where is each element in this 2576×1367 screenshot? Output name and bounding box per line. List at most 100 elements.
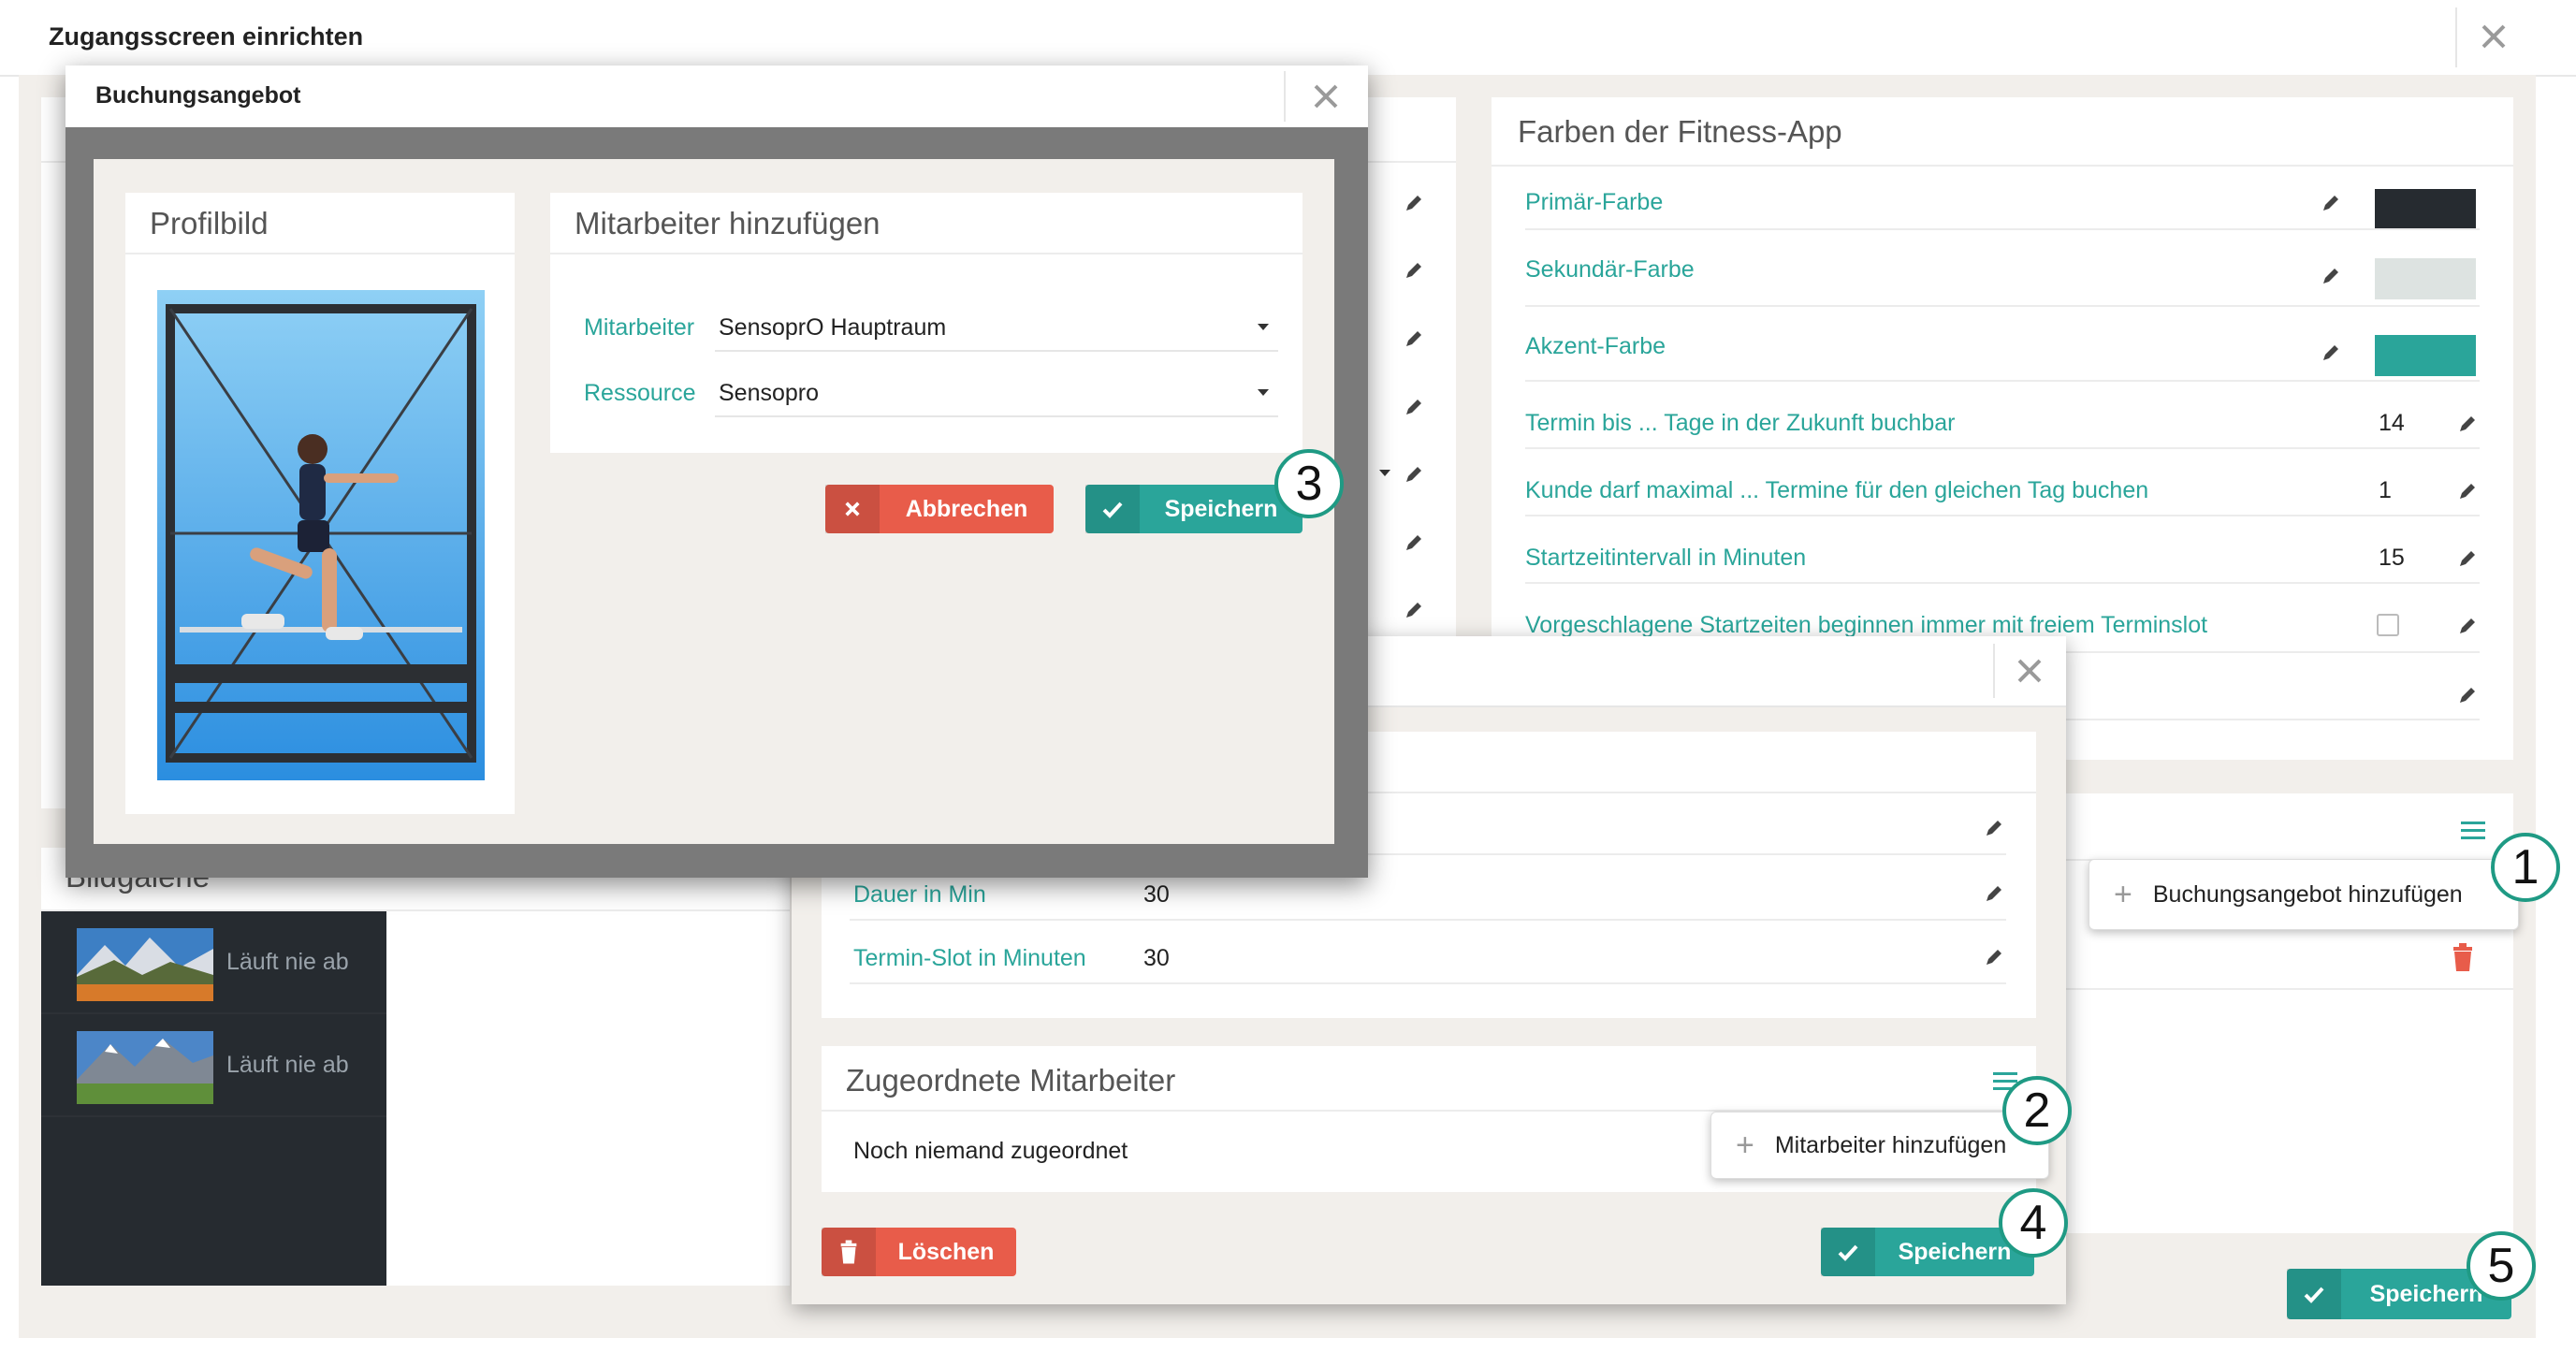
pencil-icon[interactable]	[2457, 685, 2478, 705]
slot-value: 30	[1143, 945, 1170, 971]
max-bookings-value: 1	[2379, 477, 2392, 503]
delete-offer-button[interactable]: Löschen	[822, 1228, 1016, 1276]
gallery-item[interactable]: Läuft nie ab	[41, 1014, 386, 1117]
duration-value: 30	[1143, 881, 1170, 908]
add-staff-divider	[550, 253, 1303, 254]
buchungsangebot-header: Buchungsangebot	[65, 65, 1368, 127]
primary-color-label: Primär-Farbe	[1525, 189, 1664, 215]
row-divider	[1525, 582, 2480, 584]
assigned-staff-heading: Zugeordnete Mitarbeiter	[846, 1063, 1176, 1098]
main-window-title: Zugangsscreen einrichten	[49, 22, 364, 51]
pencil-icon[interactable]	[2321, 266, 2341, 286]
buchungsangebot-close-icon[interactable]	[1310, 80, 1342, 112]
max-bookings-label: Kunde darf maximal ... Termine für den g…	[1525, 477, 2149, 503]
buchungsangebot-save-button[interactable]: Speichern	[1085, 485, 1303, 533]
app-colors-heading-divider	[1492, 165, 2513, 167]
callout-3: 3	[1274, 449, 1344, 518]
callout-4: 4	[1999, 1188, 2068, 1258]
check-icon	[1821, 1228, 1875, 1276]
resource-select-label: Ressource	[584, 380, 696, 406]
start-interval-value: 15	[2379, 545, 2405, 571]
pencil-icon[interactable]	[1984, 883, 2004, 904]
add-booking-offer-popout[interactable]: + Buchungsangebot hinzufügen	[2088, 859, 2519, 930]
free-slot-label: Vorgeschlagene Startzeiten beginnen imme…	[1525, 612, 2208, 638]
staff-select-label: Mitarbeiter	[584, 314, 695, 341]
cancel-label: Abbrechen	[905, 495, 1028, 522]
pencil-icon[interactable]	[2457, 616, 2478, 636]
row-divider	[1525, 447, 2480, 449]
add-staff-heading: Mitarbeiter hinzufügen	[575, 206, 880, 240]
plus-icon: +	[2114, 876, 2132, 912]
app-colors-heading: Farben der Fitness-App	[1518, 114, 1842, 149]
pencil-icon[interactable]	[2321, 193, 2341, 213]
pencil-icon[interactable]	[1404, 397, 1424, 417]
buchungsangebot-body: Profilbild Mitarbeiter hinzufügen Mitarb…	[94, 159, 1334, 844]
main-close-icon[interactable]	[2478, 21, 2510, 52]
resource-select[interactable]: Sensopro	[715, 369, 1278, 417]
pencil-icon[interactable]	[2457, 414, 2478, 434]
row-divider	[1525, 380, 2480, 382]
primary-color-swatch[interactable]	[2375, 189, 2476, 230]
pencil-icon[interactable]	[1404, 193, 1424, 213]
add-staff-popout[interactable]: + Mitarbeiter hinzufügen	[1710, 1112, 2049, 1179]
plus-icon: +	[1736, 1127, 1754, 1163]
pencil-icon[interactable]	[1404, 600, 1424, 620]
pencil-icon[interactable]	[1404, 532, 1424, 553]
booking-days-label: Termin bis ... Tage in der Zukunft buchb…	[1525, 410, 1956, 436]
delete-offer-label: Löschen	[897, 1238, 995, 1265]
callout-5: 5	[2467, 1231, 2536, 1301]
cancel-x-icon	[825, 485, 880, 533]
row-divider	[850, 919, 2006, 921]
cancel-button[interactable]: Abbrechen	[825, 485, 1054, 533]
offer-dialog-close-icon[interactable]	[2014, 655, 2045, 687]
gallery-thumbnail	[77, 1031, 213, 1104]
profile-picture-heading: Profilbild	[150, 206, 269, 240]
trash-icon[interactable]	[2452, 943, 2474, 971]
no-staff-text: Noch niemand zugeordnet	[853, 1138, 1128, 1164]
pencil-icon[interactable]	[1404, 260, 1424, 281]
profile-picture-panel: Profilbild	[125, 193, 515, 814]
gallery-item-expiry: Läuft nie ab	[226, 949, 349, 975]
secondary-color-swatch[interactable]	[2375, 258, 2476, 299]
callout-2: 2	[2002, 1076, 2072, 1145]
accent-color-swatch[interactable]	[2375, 335, 2476, 376]
pencil-icon[interactable]	[1404, 464, 1424, 485]
caret-down-icon	[1258, 389, 1269, 396]
start-interval-label: Startzeitintervall in Minuten	[1525, 545, 1807, 571]
gallery-thumbnail	[77, 928, 213, 1001]
pencil-icon[interactable]	[1984, 947, 2004, 967]
main-titlebar-divider	[2455, 7, 2457, 67]
pencil-icon[interactable]	[2457, 481, 2478, 502]
row-divider	[1525, 228, 2480, 230]
callout-1: 1	[2491, 833, 2560, 902]
slot-label: Termin-Slot in Minuten	[853, 945, 1086, 971]
pencil-icon[interactable]	[2457, 548, 2478, 569]
caret-down-icon	[1258, 324, 1269, 330]
row-divider	[1525, 515, 2480, 516]
trash-icon	[822, 1228, 876, 1276]
caret-down-icon[interactable]	[1379, 470, 1390, 476]
staff-select[interactable]: SensoprO Hauptraum	[715, 303, 1278, 352]
offers-menu-icon[interactable]	[2461, 822, 2485, 840]
gallery-list: Läuft nie ab Läuft nie ab	[41, 911, 386, 1286]
add-booking-offer-label: Buchungsangebot hinzufügen	[2152, 880, 2463, 908]
secondary-color-label: Sekundär-Farbe	[1525, 256, 1695, 283]
pencil-icon[interactable]	[1984, 818, 2004, 838]
buchungsangebot-title: Buchungsangebot	[95, 82, 301, 109]
accent-color-label: Akzent-Farbe	[1525, 333, 1666, 359]
row-divider	[1525, 305, 2480, 307]
buchungsangebot-dialog: Buchungsangebot Profilbild Mitarbeiter h…	[65, 65, 1368, 878]
duration-label: Dauer in Min	[853, 881, 986, 908]
resource-select-value: Sensopro	[719, 380, 820, 406]
profile-picture-image[interactable]	[157, 290, 485, 780]
gallery-item-expiry: Läuft nie ab	[226, 1052, 349, 1078]
pencil-icon[interactable]	[1404, 328, 1424, 349]
free-slot-checkbox[interactable]	[2377, 614, 2399, 636]
pencil-icon[interactable]	[2321, 342, 2341, 363]
buchungsangebot-header-divider	[1284, 71, 1286, 122]
gallery-item[interactable]: Läuft nie ab	[41, 911, 386, 1014]
add-staff-label: Mitarbeiter hinzufügen	[1774, 1131, 2007, 1158]
offer-dialog-header-divider	[1993, 644, 1995, 698]
booking-days-value: 14	[2379, 410, 2405, 436]
booking-offers-divider	[2049, 988, 2513, 990]
